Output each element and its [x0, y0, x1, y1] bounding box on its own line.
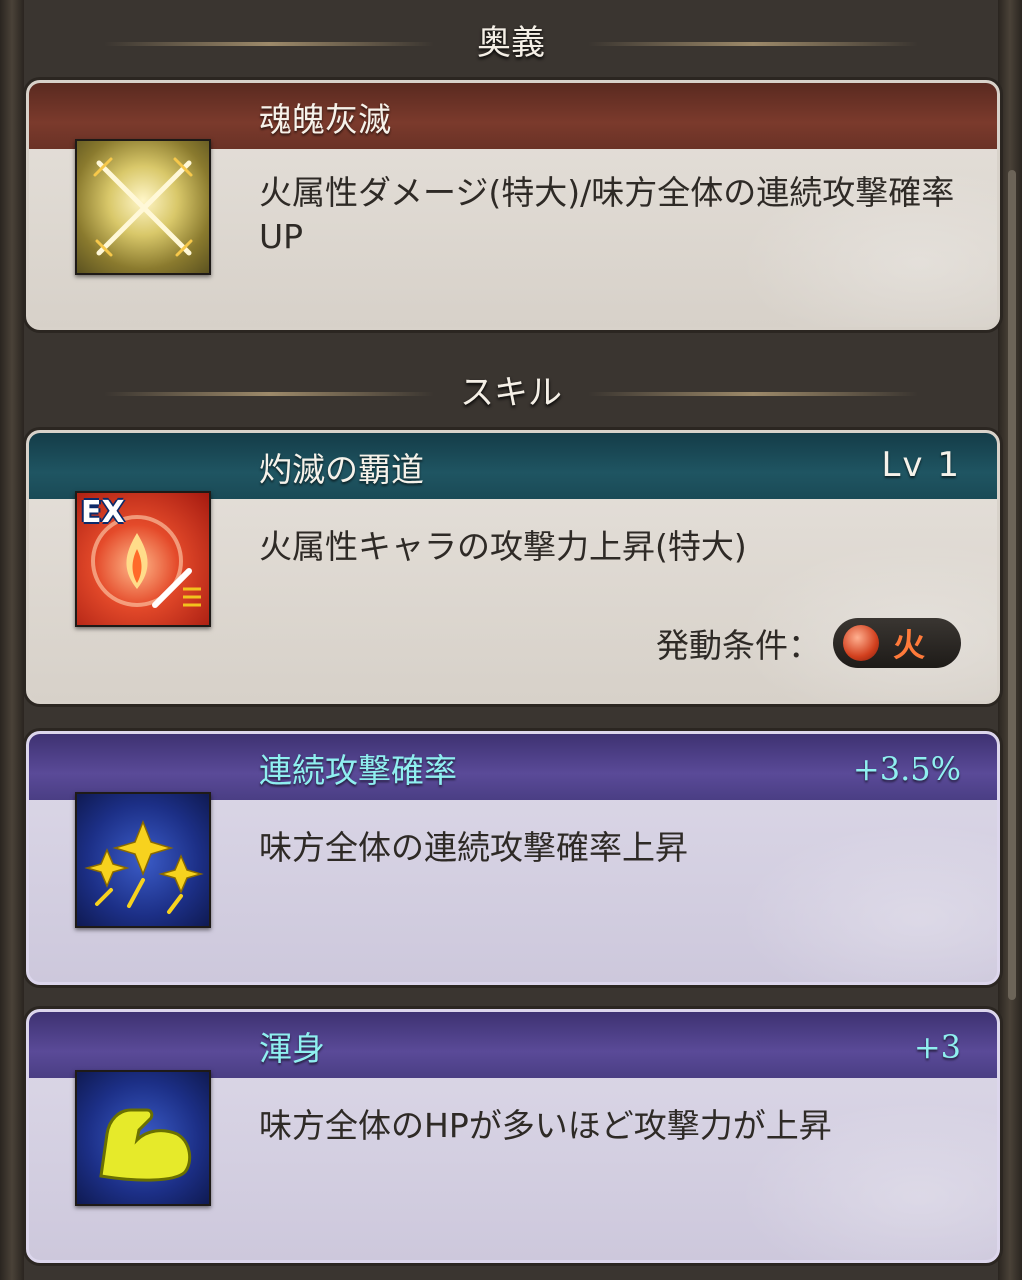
support-skill-card-2[interactable]: 渾身 +3 味方全体のHPが多いほど攻撃力が上昇	[26, 1009, 1000, 1263]
skill-ex-name: 灼滅の覇道	[259, 450, 424, 489]
ougi-name: 魂魄灰滅	[259, 100, 391, 139]
support-1-description: 味方全体の連続攻撃確率上昇	[259, 828, 688, 867]
ougi-description: 火属性ダメージ(特大)/味方全体の連続攻撃確率UP	[259, 173, 955, 256]
support-2-description: 味方全体のHPが多いほど攻撃力が上昇	[259, 1106, 832, 1145]
condition-label: 発動条件：	[656, 626, 821, 665]
element-pill: 火	[833, 618, 961, 668]
condition-element: 火	[893, 626, 926, 664]
support-1-name: 連続攻撃確率	[259, 751, 457, 790]
fire-sword-icon: EX	[75, 491, 211, 627]
fire-orb-icon	[843, 625, 879, 661]
section-title-skill: スキル	[460, 373, 562, 413]
skill-ex-description: 火属性キャラの攻撃力上昇(特大)	[259, 527, 747, 566]
section-header-skill: スキル	[24, 358, 998, 428]
left-frame	[0, 0, 24, 1280]
header-divider-left	[104, 42, 434, 46]
support-2-bonus: +3	[913, 1028, 961, 1066]
support-2-name: 渾身	[259, 1029, 325, 1068]
header-divider-left	[104, 392, 434, 396]
crossed-swords-icon	[75, 139, 211, 275]
support-1-bonus: +3.5%	[852, 750, 961, 788]
scrollbar[interactable]	[1008, 170, 1016, 1000]
header-divider-right	[588, 392, 918, 396]
skill-card-ex[interactable]: EX 灼滅の覇道 Lv 1 火属性キャラの攻撃力上昇(特大) 発動条件： 火	[26, 430, 1000, 704]
support-title-bar	[29, 734, 997, 800]
support-title-bar	[29, 1012, 997, 1078]
triple-star-icon	[75, 792, 211, 928]
skill-title-bar	[29, 433, 997, 499]
support-skill-card-1[interactable]: 連続攻撃確率 +3.5% 味方全体の連続攻撃確率上昇	[26, 731, 1000, 985]
flexed-arm-icon	[75, 1070, 211, 1206]
ougi-card[interactable]: 魂魄灰滅 火属性ダメージ(特大)/味方全体の連続攻撃確率UP	[26, 80, 1000, 330]
activation-condition: 発動条件： 火	[656, 617, 961, 669]
skill-level: Lv 1	[881, 445, 961, 485]
header-divider-right	[588, 42, 918, 46]
ex-badge: EX	[81, 495, 125, 530]
section-header-ougi: 奥義	[24, 8, 998, 78]
section-title-ougi: 奥義	[477, 23, 545, 63]
